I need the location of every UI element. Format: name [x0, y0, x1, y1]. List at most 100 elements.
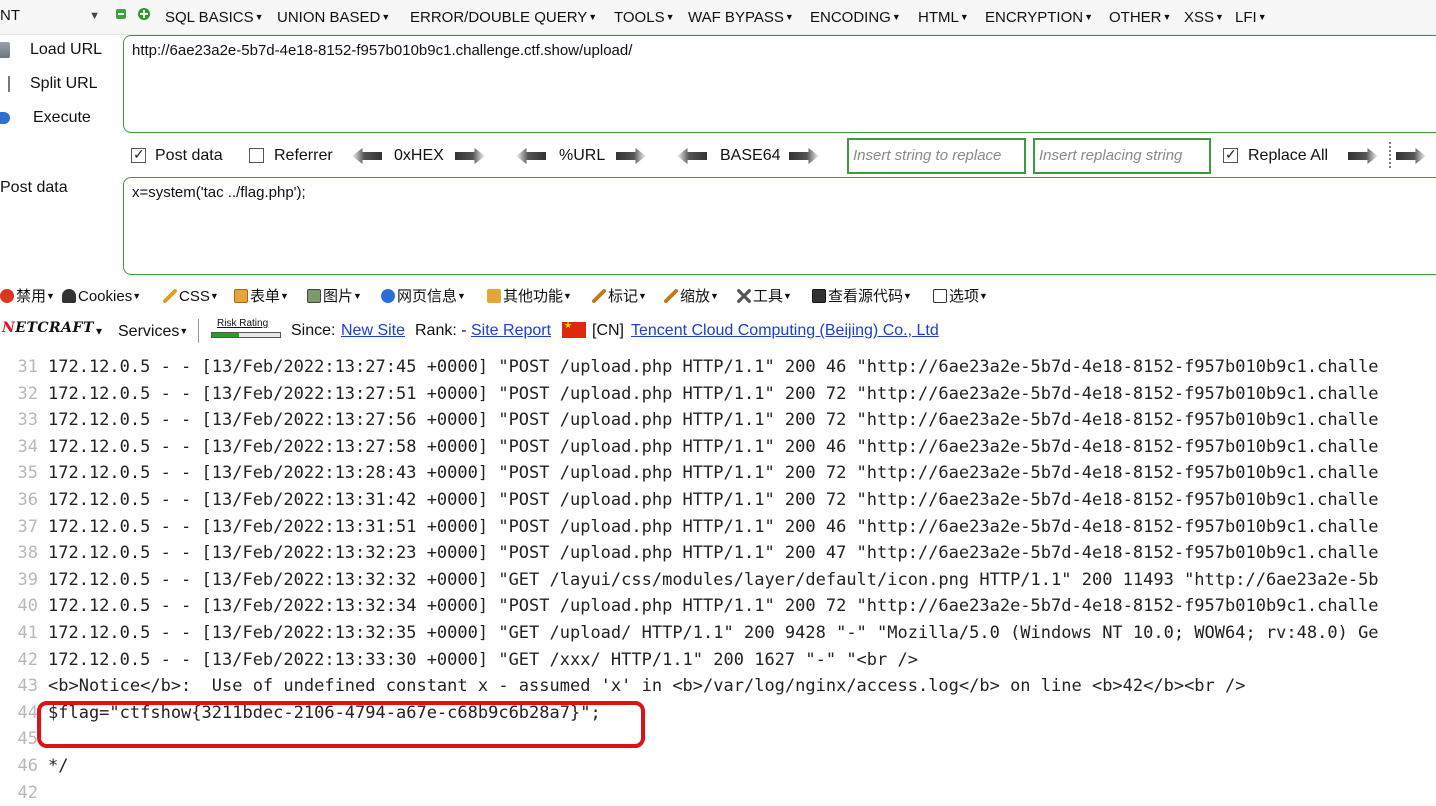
line-number: 31 — [17, 357, 38, 377]
outline-pen-icon — [592, 289, 606, 303]
code-line: 40 172.12.0.5 - - [13/Feb/2022:13:32:34 +… — [0, 593, 1436, 619]
replace-string-placeholder: Insert replacing string — [1039, 147, 1183, 164]
cookie-icon — [62, 289, 76, 303]
line-text: 172.12.0.5 - - [13/Feb/2022:13:33:30 +00… — [48, 649, 918, 670]
replace-all-label: Replace All — [1248, 147, 1329, 164]
code-line: 46 */ — [0, 753, 1436, 779]
post-data-input[interactable]: x=system('tac ../flag.php'); — [123, 177, 1436, 275]
line-number: 44 — [17, 702, 38, 723]
code-line: 43 <b>Notice</b>: Use of undefined consta… — [0, 673, 1436, 699]
menu-xss[interactable]: XSS▼ — [1184, 7, 1224, 28]
hex-decode-arrow-icon[interactable] — [352, 148, 382, 164]
menu-label: ERROR/DOUBLE QUERY — [410, 9, 588, 26]
cookies-menu[interactable]: Cookies▼ — [62, 286, 141, 307]
line-number: 33 — [17, 410, 38, 431]
logo-prefix: N — [2, 320, 16, 336]
hex-encode-arrow-icon[interactable] — [455, 148, 485, 164]
menu-label: Cookies — [78, 288, 133, 305]
menu-sql-basics[interactable]: SQL BASICS▼ — [165, 7, 264, 28]
url-encoding-label: %URL — [559, 147, 606, 164]
menu-other[interactable]: OTHER▼ — [1109, 7, 1171, 28]
replace-string-input[interactable]: Insert replacing string — [1033, 138, 1211, 174]
line-number: 36 — [17, 490, 38, 510]
enable-toggle-icon[interactable] — [116, 9, 126, 19]
outline-menu[interactable]: 标记▼ — [592, 286, 647, 307]
url-encode-arrow-icon[interactable] — [616, 148, 646, 164]
menu-label: 表单 — [250, 288, 281, 305]
since-link[interactable]: New Site — [341, 321, 405, 341]
replace-all-checkbox[interactable] — [1223, 146, 1238, 163]
line-number: 46 — [17, 756, 38, 776]
base64-label: BASE64 — [720, 147, 781, 164]
add-icon[interactable] — [138, 8, 150, 20]
line-number: 34 — [17, 436, 38, 457]
url-input[interactable]: http://6ae23a2e-5b7d-4e18-8152-f957b010b… — [123, 35, 1436, 133]
base64-decode-arrow-icon[interactable] — [677, 148, 707, 164]
line-number: 37 — [17, 516, 38, 537]
css-menu[interactable]: CSS▼ — [163, 286, 219, 307]
hosting-provider-link[interactable]: Tencent Cloud Computing (Beijing) Co., L… — [631, 321, 939, 341]
split-url-icon — [4, 76, 10, 92]
images-menu[interactable]: 图片▼ — [307, 286, 362, 307]
referrer-checkbox[interactable] — [249, 148, 264, 163]
url-decode-arrow-icon[interactable] — [516, 148, 546, 164]
line-text: 172.12.0.5 - - [13/Feb/2022:13:32:32 +00… — [48, 569, 1379, 590]
menu-encryption[interactable]: ENCRYPTION▼ — [985, 7, 1093, 28]
replace-next-arrow-icon[interactable] — [1396, 148, 1426, 164]
line-text: 172.12.0.5 - - [13/Feb/2022:13:27:56 +00… — [48, 410, 1379, 431]
risk-rating[interactable]: Risk Rating — [211, 318, 281, 340]
post-data-label: Post data — [0, 179, 68, 196]
find-string-input[interactable]: Insert string to replace — [847, 138, 1026, 174]
page-info-menu[interactable]: 网页信息▼ — [381, 286, 466, 307]
menu-label: 查看源代码 — [828, 288, 904, 305]
misc-menu[interactable]: 其他功能▼ — [487, 286, 572, 307]
divider — [198, 319, 199, 343]
menu-tools[interactable]: TOOLS▼ — [614, 7, 675, 28]
menu-union-based[interactable]: UNION BASED▼ — [277, 7, 390, 28]
risk-rating-bar — [211, 332, 281, 338]
code-line: 35 172.12.0.5 - - [13/Feb/2022:13:28:43 +… — [0, 460, 1436, 486]
pencil-icon — [163, 289, 177, 303]
menu-html[interactable]: HTML▼ — [918, 7, 969, 28]
menu-waf-bypass[interactable]: WAF BYPASS▼ — [688, 7, 794, 28]
replace-arrow-icon[interactable] — [1348, 148, 1378, 164]
code-line: 32 172.12.0.5 - - [13/Feb/2022:13:27:51 +… — [0, 381, 1436, 407]
menu-label: WAF BYPASS — [688, 9, 784, 26]
line-text: 172.12.0.5 - - [13/Feb/2022:13:31:51 +00… — [48, 516, 1379, 537]
menu-lfi[interactable]: LFI▼ — [1235, 7, 1267, 28]
line-number: 40 — [17, 596, 38, 617]
menu-label: TOOLS — [614, 9, 665, 26]
execute-icon — [0, 112, 10, 124]
services-menu[interactable]: Services▼ — [118, 321, 188, 342]
resize-menu[interactable]: 缩放▼ — [664, 286, 719, 307]
menu-error-double-query[interactable]: ERROR/DOUBLE QUERY▼ — [410, 7, 597, 28]
disable-icon — [0, 289, 14, 303]
tools-menu[interactable]: 工具▼ — [737, 286, 792, 307]
post-data-checkbox[interactable] — [131, 146, 146, 163]
line-text: 172.12.0.5 - - [13/Feb/2022:13:32:23 +00… — [48, 543, 1379, 564]
netcraft-dropdown[interactable]: ▾ — [96, 321, 102, 341]
country-code: [CN] — [592, 322, 624, 339]
line-number: 45 — [17, 729, 38, 750]
forms-menu[interactable]: 表单▼ — [234, 286, 289, 307]
site-report-link[interactable]: Site Report — [471, 321, 551, 341]
line-number: 41 — [17, 623, 38, 643]
menu-encoding[interactable]: ENCODING▼ — [810, 7, 901, 28]
referrer-checkbox-label: Referrer — [274, 147, 333, 164]
line-number: 38 — [17, 543, 38, 564]
view-source-menu[interactable]: 查看源代码▼ — [812, 286, 912, 307]
load-type-select[interactable]: NT ▼ — [0, 6, 104, 26]
line-number: 42 — [17, 782, 38, 803]
netcraft-logo[interactable]: NETCRAFT — [2, 320, 94, 336]
line-number: 42 — [17, 649, 38, 670]
line-text: <b>Notice</b>: Use of undefined constant… — [48, 676, 1246, 697]
base64-encode-arrow-icon[interactable] — [789, 148, 819, 164]
options-menu[interactable]: 选项▼ — [933, 286, 988, 307]
line-text: 172.12.0.5 - - [13/Feb/2022:13:32:34 +00… — [48, 596, 1379, 617]
web-developer-toolbar: 禁用▼ Cookies▼ CSS▼ 表单▼ 图片▼ 网页信息▼ 其他功能▼ 标记… — [0, 282, 1436, 310]
line-text: 172.12.0.5 - - [13/Feb/2022:13:28:43 +00… — [48, 463, 1379, 484]
line-text: 172.12.0.5 - - [13/Feb/2022:13:32:35 +00… — [48, 623, 1379, 643]
menu-label: 工具 — [753, 288, 784, 305]
code-line: 39 172.12.0.5 - - [13/Feb/2022:13:32:32 +… — [0, 567, 1436, 593]
disable-menu[interactable]: 禁用▼ — [0, 286, 55, 307]
